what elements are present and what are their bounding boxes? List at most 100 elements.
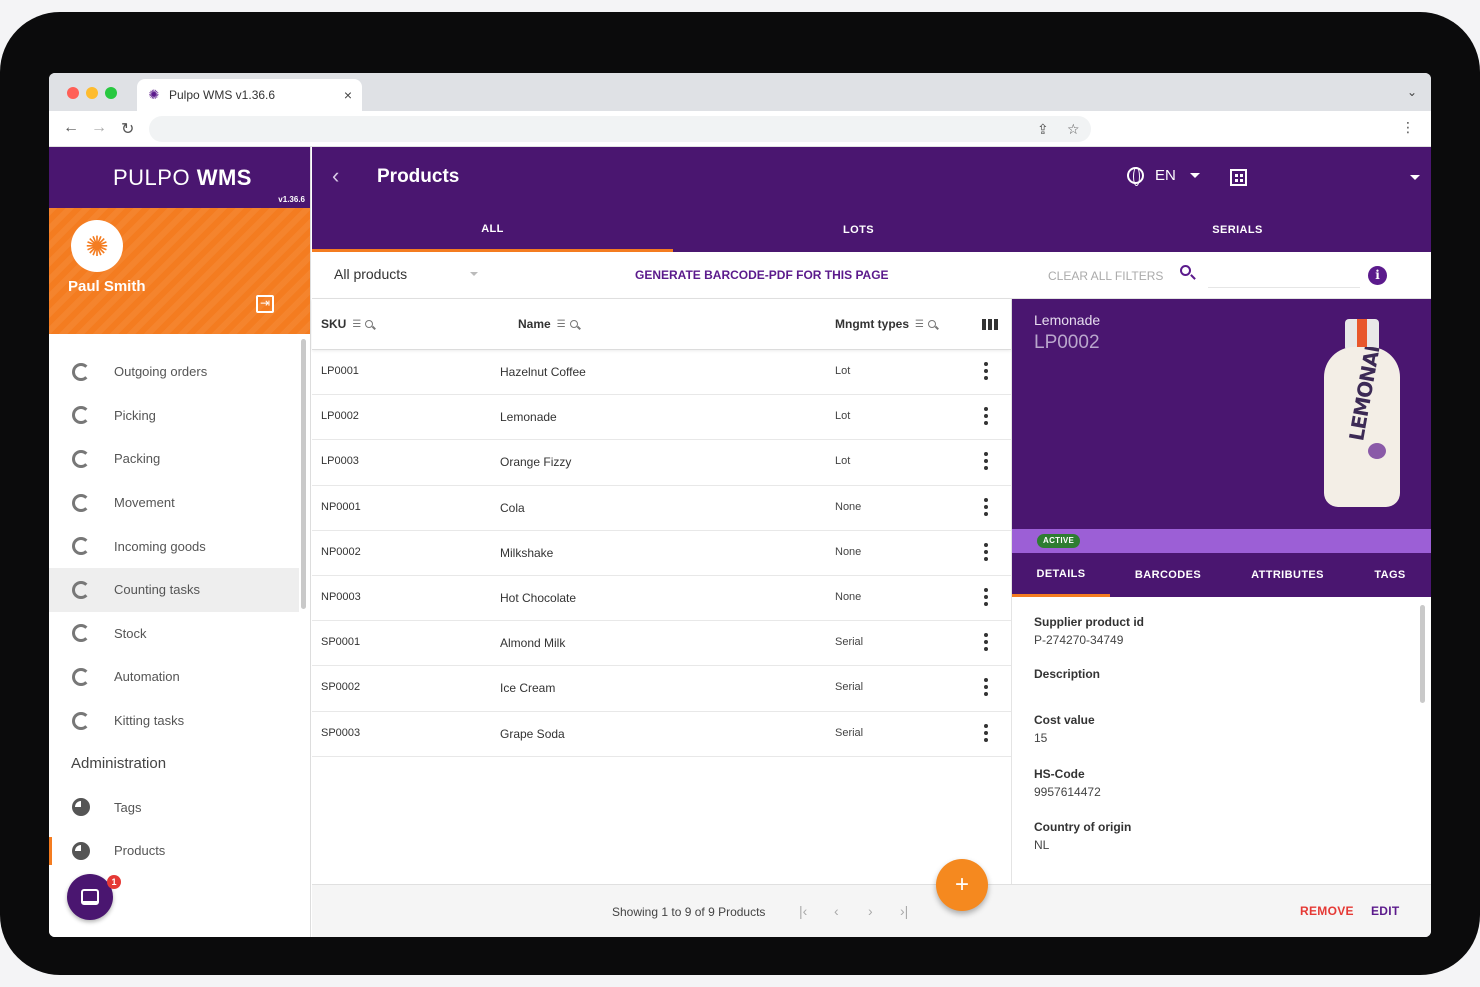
maximize-window-button[interactable] (105, 87, 117, 99)
address-bar[interactable]: ⇪ ☆ (149, 116, 1091, 142)
first-page-icon[interactable]: |‹ (799, 903, 807, 919)
browser-tab[interactable]: ✺ Pulpo WMS v1.36.6 × (137, 79, 362, 111)
close-window-button[interactable] (67, 87, 79, 99)
edit-button[interactable]: EDIT (1371, 904, 1400, 918)
sidebar-item-automation[interactable]: Automation (49, 655, 299, 699)
field-label: HS-Code (1034, 767, 1085, 781)
sidebar-item-kitting-tasks[interactable]: Kitting tasks (49, 699, 299, 743)
sidebar-item-counting-tasks[interactable]: Counting tasks (49, 567, 299, 612)
field-label: Description (1034, 667, 1101, 681)
warehouse-caret-down-icon[interactable] (1410, 175, 1420, 180)
generate-barcode-pdf-button[interactable]: GENERATE BARCODE-PDF FOR THIS PAGE (635, 268, 889, 282)
reload-icon[interactable]: ↻ (121, 119, 134, 139)
field-hs-code: HS-Code 9957614472 (1034, 767, 1101, 799)
last-page-icon[interactable]: ›| (900, 903, 908, 919)
sidebar-item-products[interactable]: Products (49, 829, 299, 873)
search-input[interactable] (1208, 266, 1360, 288)
field-label: Country of origin (1034, 820, 1132, 834)
row-more-icon[interactable] (984, 678, 988, 697)
sidebar-item-label: Packing (114, 451, 161, 467)
search-icon[interactable] (1180, 265, 1196, 281)
brand-logo-light: PULPO (113, 165, 191, 190)
back-chevron-icon[interactable]: ‹ (332, 163, 339, 189)
table-row[interactable]: LP0002 Lemonade Lot (312, 395, 1011, 441)
tab-tags[interactable]: TAGS (1349, 553, 1431, 597)
product-filter-select[interactable]: All products (334, 266, 478, 282)
row-more-icon[interactable] (984, 407, 988, 426)
cell-name: Grape Soda (500, 726, 565, 741)
sidebar-item-packing[interactable]: Packing (49, 437, 299, 481)
row-more-icon[interactable] (984, 362, 988, 380)
sidebar-scrollbar[interactable] (301, 339, 306, 609)
column-search-icon[interactable] (927, 320, 936, 328)
info-icon[interactable]: i (1368, 266, 1387, 285)
table-row[interactable]: SP0002 Ice Cream Serial (312, 666, 1011, 712)
previous-page-icon[interactable]: ‹ (834, 903, 839, 919)
sidebar-item-incoming-goods[interactable]: Incoming goods (49, 524, 299, 568)
remove-button[interactable]: REMOVE (1300, 904, 1354, 918)
columns-toggle-icon[interactable] (982, 319, 998, 330)
row-more-icon[interactable] (984, 587, 988, 606)
share-icon[interactable]: ⇪ (1037, 121, 1049, 138)
sidebar: PULPO WMS v1.36.6 ✺ Paul Smith ⇥ Outgoin… (49, 147, 311, 937)
sort-icon[interactable]: ☰ (915, 319, 924, 330)
row-more-icon[interactable] (984, 497, 988, 516)
sidebar-item-picking[interactable]: Picking (49, 394, 299, 438)
tab-all[interactable]: ALL (312, 208, 673, 252)
bookmark-star-icon[interactable]: ☆ (1067, 121, 1080, 138)
cell-name: Lemonade (500, 410, 557, 425)
sidebar-item-movement[interactable]: Movement (49, 481, 299, 525)
column-name[interactable]: Name ☰ (518, 317, 578, 331)
tab-attributes[interactable]: ATTRIBUTES (1226, 553, 1349, 597)
detail-scrollbar[interactable] (1420, 605, 1425, 703)
column-sku[interactable]: SKU ☰ (321, 317, 374, 331)
table-row[interactable]: LP0001 Hazelnut Coffee Lot (312, 350, 1011, 396)
cell-sku: NP0002 (321, 545, 361, 558)
column-mngmt-types[interactable]: Mngmt types ☰ (835, 317, 936, 331)
tab-details[interactable]: DETAILS (1012, 553, 1110, 597)
sidebar-item-stock[interactable]: Stock (49, 612, 299, 656)
column-search-icon[interactable] (569, 320, 578, 328)
detail-fields: Supplier product id P-274270-34749 Descr… (1012, 597, 1431, 884)
browser-menu-icon[interactable]: ⋮ (1401, 119, 1415, 136)
logout-icon[interactable]: ⇥ (256, 295, 274, 313)
column-search-icon[interactable] (365, 320, 374, 328)
tab-barcodes[interactable]: BARCODES (1110, 553, 1226, 597)
language-selector[interactable]: EN (1127, 167, 1200, 186)
product-hero: Lemonade LP0002 LEMONADE (1012, 299, 1431, 529)
cell-name: Ice Cream (500, 681, 556, 696)
table-row[interactable]: NP0003 Hot Chocolate None (312, 576, 1011, 622)
table-row[interactable]: NP0001 Cola None (312, 486, 1011, 531)
sidebar-item-outgoing-orders[interactable]: Outgoing orders (49, 350, 299, 394)
sidebar-item-label: Picking (114, 407, 156, 423)
table-row[interactable]: SP0001 Almond Milk Serial (312, 621, 1011, 667)
close-tab-icon[interactable]: × (344, 87, 352, 103)
row-more-icon[interactable] (984, 542, 988, 561)
sidebar-item-label: Stock (114, 625, 147, 641)
warehouse-building-icon[interactable] (1230, 169, 1247, 186)
minimize-window-button[interactable] (86, 87, 98, 99)
tab-lots[interactable]: LOTS (673, 208, 1044, 252)
row-more-icon[interactable] (984, 633, 988, 652)
column-mgmt-label: Mngmt types (835, 317, 910, 331)
forward-arrow-icon[interactable]: → (91, 119, 107, 137)
sort-icon[interactable]: ☰ (557, 319, 566, 330)
field-cost-value: Cost value 15 (1034, 713, 1095, 745)
tab-list-chevron-icon[interactable]: ⌄ (1407, 85, 1417, 99)
tab-serials[interactable]: SERIALS (1044, 208, 1431, 252)
row-more-icon[interactable] (984, 723, 988, 742)
circle-progress-icon (72, 711, 90, 730)
cell-sku: SP0003 (321, 726, 361, 739)
product-tabs: ALL LOTS SERIALS (312, 208, 1431, 252)
clear-all-filters-button[interactable]: CLEAR ALL FILTERS (1048, 269, 1163, 283)
sidebar-item-tags[interactable]: Tags (49, 785, 299, 829)
back-arrow-icon[interactable]: ← (63, 119, 79, 137)
status-strip: ACTIVE (1012, 529, 1431, 553)
sort-icon[interactable]: ☰ (352, 319, 361, 330)
table-row[interactable]: LP0003 Orange Fizzy Lot (312, 440, 1011, 486)
table-row[interactable]: SP0003 Grape Soda Serial (312, 712, 1011, 757)
table-row[interactable]: NP0002 Milkshake None (312, 531, 1011, 576)
row-more-icon[interactable] (984, 452, 988, 471)
add-product-button[interactable]: + (936, 859, 988, 911)
next-page-icon[interactable]: › (868, 903, 873, 919)
